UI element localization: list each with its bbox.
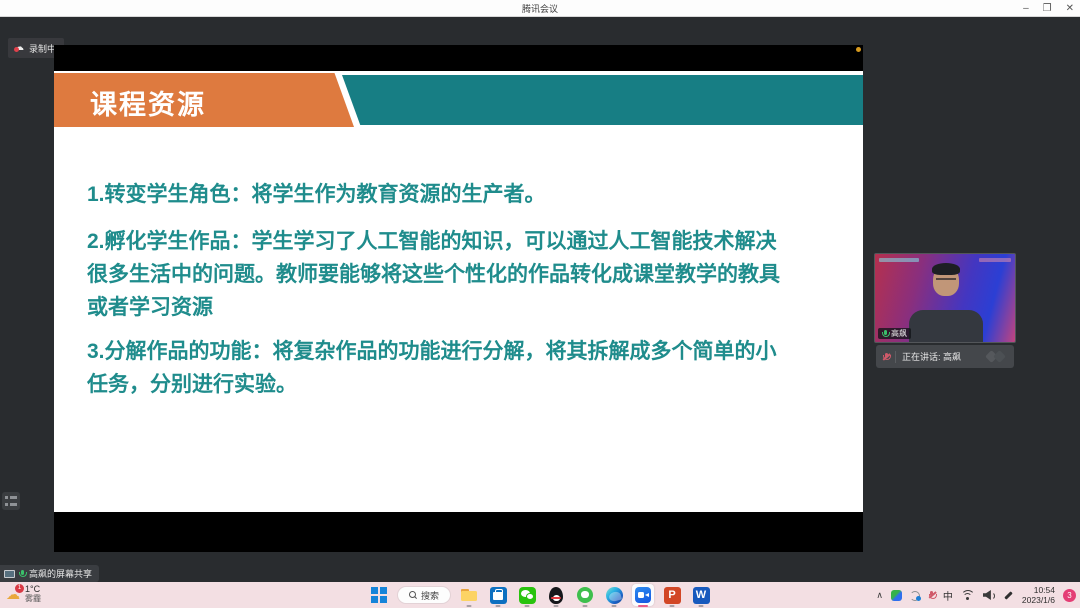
taskbar-item-wechat-work[interactable] — [574, 584, 596, 606]
slide-header-teal-band — [342, 75, 863, 125]
magnifier-icon — [409, 591, 417, 599]
participant-video[interactable]: 高飙 — [874, 253, 1016, 343]
taskbar-clock[interactable]: 10:54 2023/1/6 — [1022, 585, 1055, 605]
slide-point-3: 3.分解作品的功能：将复杂作品的功能进行分解，将其拆解成多个简单的小 任务，分别… — [87, 335, 835, 401]
system-tray: ∧ 中 10:54 2023/1/6 3 — [876, 582, 1076, 608]
screen-share-pill[interactable]: 高飙的屏幕共享 — [0, 565, 99, 582]
powerpoint-icon: P — [664, 587, 681, 604]
window-controls: – ❐ ✕ — [1023, 0, 1074, 17]
taskbar-item-powerpoint[interactable]: P — [661, 584, 683, 606]
slide-title: 课程资源 — [90, 83, 206, 122]
restore-button[interactable]: ❐ — [1043, 4, 1052, 14]
slide-text-line: 1.转变学生角色：将学生作为教育资源的生产者。 — [87, 178, 835, 211]
speaking-label: 正在讲话: 高飙 — [902, 350, 961, 363]
virtual-bg-text-right — [979, 258, 1011, 262]
participant-hair — [932, 263, 960, 275]
mic-on-icon — [882, 330, 888, 338]
start-button[interactable] — [368, 584, 390, 606]
taskbar-item-edge[interactable] — [603, 584, 625, 606]
taskbar-center: 搜索 P W — [368, 582, 712, 608]
weather-temp: 1°C — [25, 584, 41, 594]
edge-icon — [606, 587, 623, 604]
meeting-watermark-icon — [985, 351, 1007, 363]
weather-widget[interactable]: ☁ 1 1°C 雾霾 — [6, 584, 41, 604]
qq-icon — [548, 587, 564, 604]
clock-time: 10:54 — [1034, 585, 1055, 595]
pen-icon[interactable] — [1003, 590, 1014, 601]
slide-text-line: 3.分解作品的功能：将复杂作品的功能进行分解，将其拆解成多个简单的小 — [87, 335, 835, 368]
minimize-button[interactable]: – — [1023, 4, 1029, 14]
presentation-slide: 课程资源 1.转变学生角色：将学生作为教育资源的生产者。 2.孵化学生作品：学生… — [54, 71, 863, 512]
slide-body: 1.转变学生角色：将学生作为教育资源的生产者。 2.孵化学生作品：学生学习了人工… — [87, 178, 835, 401]
screen-share-region: 课程资源 1.转变学生角色：将学生作为教育资源的生产者。 2.孵化学生作品：学生… — [54, 45, 863, 552]
wifi-icon[interactable] — [961, 590, 975, 601]
tray-overflow-chevron[interactable]: ∧ — [876, 590, 883, 601]
share-label: 高飙的屏幕共享 — [29, 567, 92, 580]
weather-condition: 雾霾 — [25, 594, 41, 603]
file-explorer-icon — [461, 589, 477, 601]
word-icon: W — [693, 587, 710, 604]
tencent-meeting-icon — [635, 587, 651, 603]
window-title: 腾讯会议 — [522, 2, 558, 15]
recording-label: 录制中 — [29, 42, 56, 55]
mic-on-icon — [19, 570, 25, 578]
annotation-toolbar-icon[interactable] — [2, 492, 20, 510]
slide-text-line: 或者学习资源 — [87, 291, 835, 324]
participant-name: 高飙 — [891, 330, 907, 338]
slide-text-line: 2.孵化学生作品：学生学习了人工智能的知识，可以通过人工智能技术解决 — [87, 225, 835, 258]
participant-name-chip: 高飙 — [878, 328, 911, 339]
ime-indicator[interactable]: 中 — [943, 588, 953, 603]
cloud-record-icon: ☁ — [14, 43, 24, 53]
slide-point-2: 2.孵化学生作品：学生学习了人工智能的知识，可以通过人工智能技术解决 很多生活中… — [87, 225, 835, 324]
taskbar-search[interactable]: 搜索 — [397, 586, 451, 604]
microsoft-store-icon — [490, 587, 507, 604]
weather-badge: 1 — [15, 584, 24, 593]
slide-point-1: 1.转变学生角色：将学生作为教育资源的生产者。 — [87, 178, 835, 211]
monitor-icon — [4, 570, 15, 578]
cloud-weather-icon: ☁ 1 — [6, 587, 20, 601]
windows-logo-icon — [371, 587, 387, 603]
speaker-icon[interactable] — [983, 590, 995, 600]
tray-app-icon[interactable] — [891, 590, 902, 601]
tray-mic-icon[interactable] — [929, 591, 935, 599]
taskbar-item-word[interactable]: W — [690, 584, 712, 606]
clock-date: 2023/1/6 — [1022, 595, 1055, 605]
window-titlebar: 腾讯会议 – ❐ ✕ — [0, 0, 1080, 17]
taskbar-item-tencent-meeting[interactable] — [632, 584, 654, 606]
slide-text-line: 任务，分别进行实验。 — [87, 368, 835, 401]
divider — [895, 351, 896, 363]
pointer-dot — [856, 47, 861, 52]
wechat-work-icon — [577, 587, 593, 603]
virtual-bg-text-left — [879, 258, 919, 262]
notification-badge[interactable]: 3 — [1063, 589, 1076, 602]
sync-icon[interactable] — [910, 590, 921, 601]
taskbar-item-microsoft-store[interactable] — [487, 584, 509, 606]
taskbar-item-qq[interactable] — [545, 584, 567, 606]
speaking-indicator-bar: 正在讲话: 高飙 — [876, 345, 1014, 368]
search-label: 搜索 — [421, 589, 439, 602]
close-button[interactable]: ✕ — [1066, 4, 1074, 14]
slide-text-line: 很多生活中的问题。教师要能够将这些个性化的作品转化成课堂教学的教具 — [87, 258, 835, 291]
mic-muted-icon — [883, 353, 889, 361]
slide-header: 课程资源 — [54, 73, 863, 127]
wechat-icon — [519, 587, 536, 604]
participant-silhouette — [909, 310, 983, 343]
taskbar-item-file-explorer[interactable] — [458, 584, 480, 606]
participant-glasses — [936, 278, 956, 282]
taskbar-item-wechat[interactable] — [516, 584, 538, 606]
taskbar: ☁ 1 1°C 雾霾 搜索 — [0, 582, 1080, 608]
meeting-client-area: ☁ 录制中 课程资源 1.转变学生角色：将学生作为教育资源的生产者。 2.孵化学… — [0, 17, 1080, 582]
